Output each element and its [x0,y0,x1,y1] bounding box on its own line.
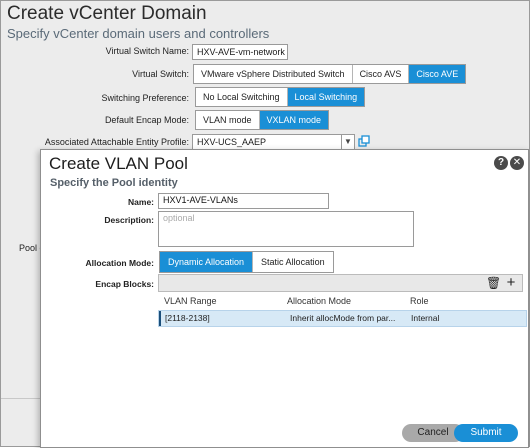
name-label: Name: [128,197,154,207]
virtual-switch-name-input[interactable]: HXV-AVE-vm-network [192,44,288,60]
vcenter-dialog-subtitle: Specify vCenter domain users and control… [7,26,270,41]
encap-mode-selector: VLAN mode VXLAN mode [195,110,330,130]
allocation-mode-selector: Dynamic Allocation Static Allocation [159,251,334,273]
cell-allocation-mode: Inherit allocMode from par... [290,313,396,323]
close-icon[interactable]: ✕ [510,156,524,170]
cell-vlan-range: [2118-2138] [165,313,210,323]
add-icon[interactable]: + [504,275,518,290]
window-frame: Create vCenter Domain Specify vCenter do… [0,0,530,448]
virtual-switch-option-ave[interactable]: Cisco AVE [409,65,466,83]
create-aaep-icon[interactable] [358,135,370,147]
divider [1,398,41,399]
switching-preference-selector: No Local Switching Local Switching [195,87,366,107]
trash-icon[interactable]: 🗑 [486,276,501,290]
chevron-down-icon[interactable]: ▼ [341,134,355,150]
row-selection-indicator [159,311,161,326]
table-row[interactable]: [2118-2138] Inherit allocMode from par..… [158,310,527,327]
encap-blocks-toolbar: 🗑 + [158,274,523,292]
vlan-pool-title: Create VLAN Pool [49,154,188,173]
virtual-switch-option-avs[interactable]: Cisco AVS [353,65,410,83]
column-header-allocation-mode[interactable]: Allocation Mode [287,296,351,306]
column-header-role[interactable]: Role [410,296,429,306]
virtual-switch-option-vds[interactable]: VMware vSphere Distributed Switch [194,65,353,83]
switching-option-no-local[interactable]: No Local Switching [196,88,288,106]
virtual-switch-selector: VMware vSphere Distributed Switch Cisco … [193,64,467,84]
aaep-select[interactable]: HXV-UCS_AAEP [192,134,343,150]
help-icon[interactable]: ? [494,156,508,170]
vcenter-dialog-title: Create vCenter Domain [7,3,207,24]
encap-blocks-label: Encap Blocks: [95,279,154,289]
submit-button[interactable]: Submit [454,424,518,442]
aaep-label: Associated Attachable Entity Profile: [44,137,189,147]
allocation-option-dynamic[interactable]: Dynamic Allocation [160,252,254,272]
column-header-vlan-range[interactable]: VLAN Range [164,296,217,306]
allocation-mode-label: Allocation Mode: [85,258,154,268]
virtual-switch-name-label: Virtual Switch Name: [105,46,189,56]
switching-option-local[interactable]: Local Switching [287,88,365,106]
allocation-option-static[interactable]: Static Allocation [253,252,333,272]
virtual-switch-label: Virtual Switch: [132,69,189,79]
encap-option-vxlan[interactable]: VXLAN mode [259,111,329,129]
vlan-pool-subtitle: Specify the Pool identity [50,177,178,189]
create-vlan-pool-dialog: Create VLAN Pool Specify the Pool identi… [40,149,529,448]
name-input[interactable]: HXV1-AVE-VLANs [158,193,329,209]
encap-option-vlan[interactable]: VLAN mode [196,111,260,129]
switching-preference-label: Switching Preference: [101,93,189,103]
default-encap-mode-label: Default Encap Mode: [104,115,189,125]
cell-role: Internal [411,313,440,323]
description-label: Description: [104,215,154,225]
description-input[interactable]: optional [158,211,414,247]
